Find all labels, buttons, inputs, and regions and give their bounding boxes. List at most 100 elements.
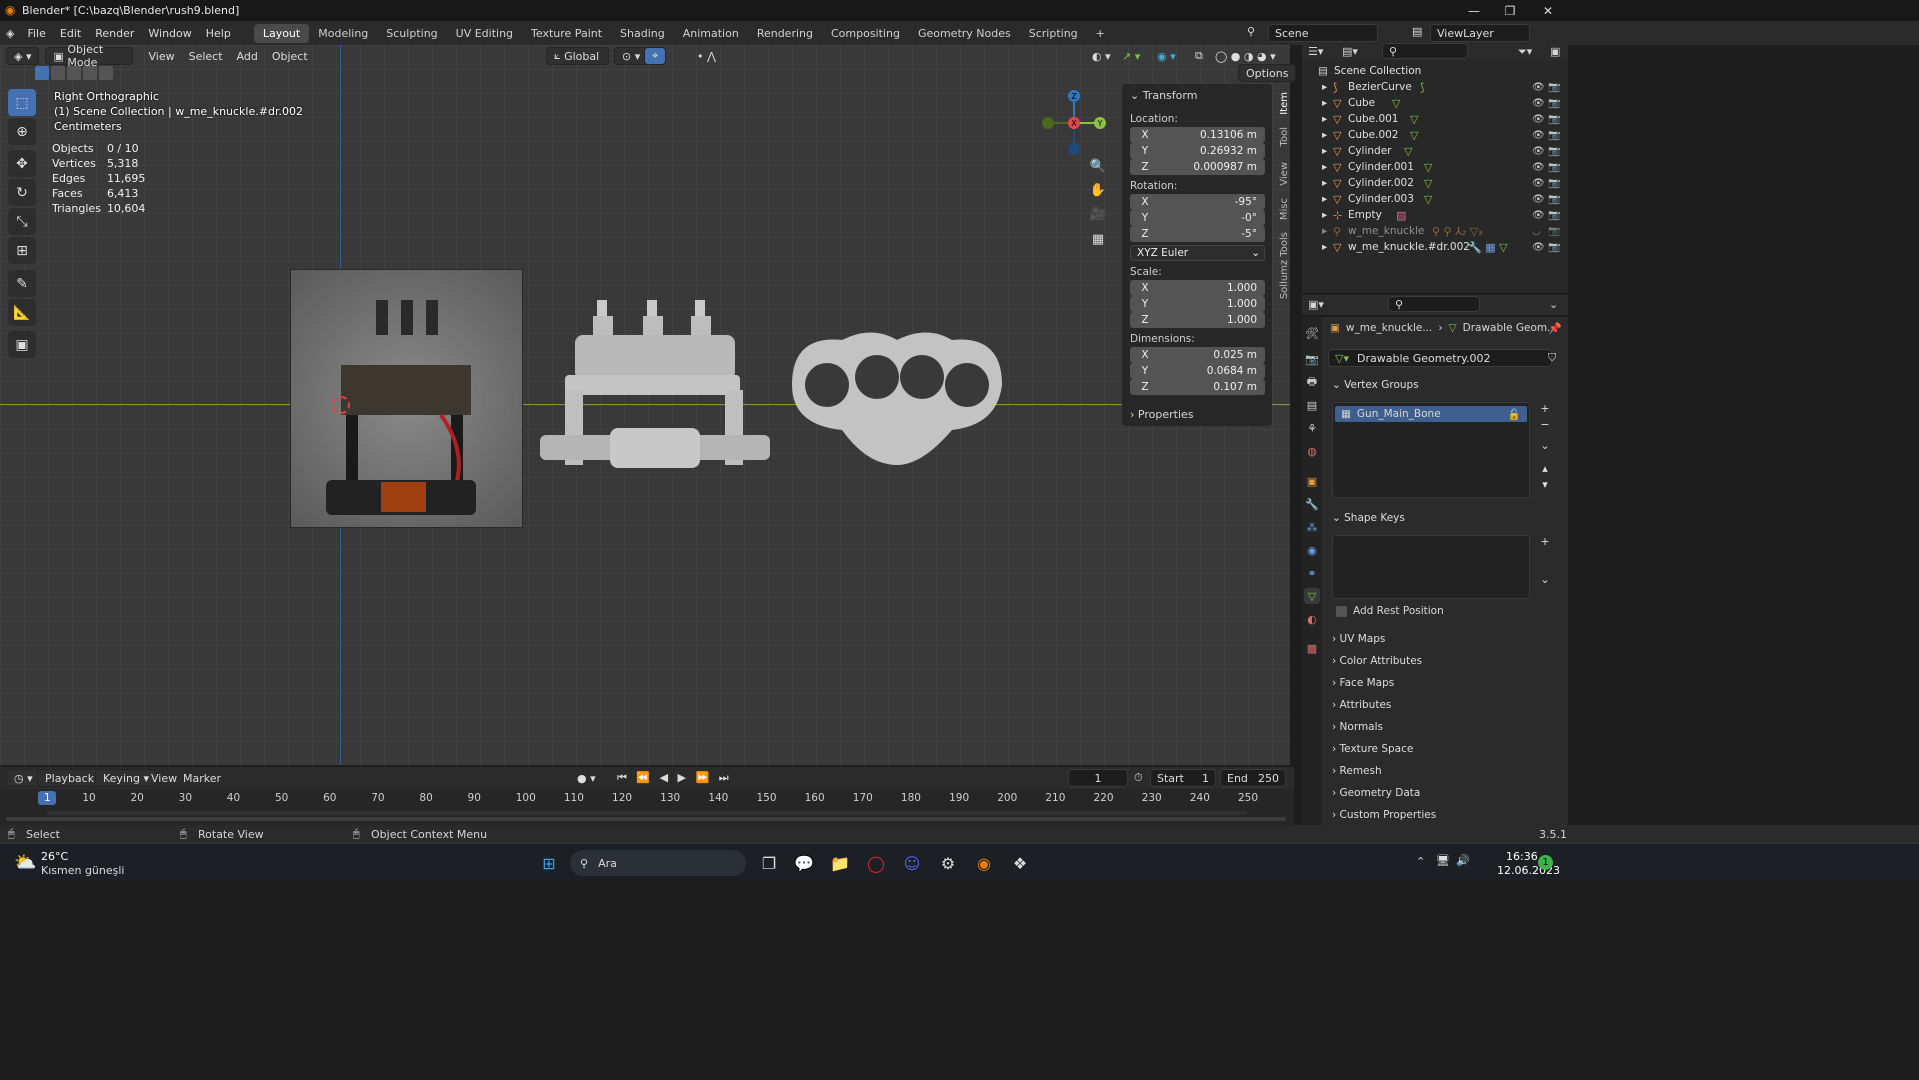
render-tab-icon[interactable]: 📷 [1304,351,1320,367]
menu-edit[interactable]: Edit [53,27,88,40]
scene-field[interactable]: Scene [1268,24,1378,42]
transform-tool-icon[interactable]: ⊞ [8,237,36,264]
visibility-eye-icon[interactable]: 👁 [1532,242,1545,253]
notification-badge[interactable]: 1 [1538,855,1553,870]
workspace-tab-sculpting[interactable]: Sculpting [377,24,446,43]
section-face-maps[interactable]: › Face Maps [1332,677,1394,689]
vertex-group-add-button[interactable]: + [1538,402,1552,416]
scale-y-field[interactable]: Y 1.000 [1130,296,1265,312]
display-mode-icon[interactable]: ▤▾ [1342,45,1358,58]
expand-icon[interactable]: ▸ [1322,145,1327,157]
checkbox-box[interactable] [1336,605,1347,617]
outliner-item-w-me-knuckle-dr-002[interactable]: ▸ ▽ w_me_knuckle.#dr.002 🔧 ▦ ▽ 👁 📷 [1302,239,1568,255]
stopwatch-icon[interactable]: ⏱ [1134,771,1143,785]
reference-image[interactable] [290,269,523,528]
weather-icon[interactable]: ⛅ [14,852,36,873]
section-custom-properties[interactable]: › Custom Properties [1332,809,1436,821]
physics-tab-icon[interactable]: ◉ [1304,542,1320,558]
blender-taskbar-icon[interactable]: ◉ [973,852,995,874]
proportional-edit-button[interactable]: • ⋀ [690,47,723,65]
playback-controls[interactable]: ⏮ ⏪ ◀ ▶ ⏩ ⏭ [610,769,739,787]
constraints-tab-icon[interactable]: ⚭ [1304,565,1320,581]
section-texture-space[interactable]: › Texture Space [1332,743,1413,755]
tab-misc[interactable]: Misc [1279,198,1291,220]
visibility-eye-icon[interactable]: 👁 [1532,130,1545,141]
shape-keys-list[interactable] [1332,535,1530,599]
vertex-group-item[interactable]: ▦ Gun_Main_Bone 🔓 [1335,406,1527,422]
scale-z-field[interactable]: Z 1.000 [1130,312,1265,328]
outliner-item-w-me-knuckle[interactable]: ▸ ⚲ w_me_knuckle ⚲ ⚲ ⅄₂ ▽₃ ◡ 📷 [1302,223,1568,239]
outliner-item-cube-002[interactable]: ▸ ▽ Cube.002 ▽ 👁 📷 [1302,127,1568,143]
scene-tab-icon[interactable]: ⚘ [1304,420,1320,436]
properties-editor-icon[interactable]: ▣▾ [1308,298,1324,311]
workspace-tab-layout[interactable]: Layout [253,23,310,43]
viewlayer-field[interactable]: ViewLayer [1430,24,1530,42]
file-explorer-icon[interactable]: 📁 [829,852,851,874]
tab-view[interactable]: View [1279,162,1291,186]
outliner-item-cube[interactable]: ▸ ▽ Cube ▽ 👁 📷 [1302,95,1568,111]
filter-icon[interactable]: ⏷▾ [1518,45,1532,59]
render-camera-icon[interactable]: 📷 [1548,146,1560,157]
section-normals[interactable]: › Normals [1332,721,1383,733]
navigation-gizmo[interactable]: Z X Y [1040,88,1110,158]
workspace-tab-animation[interactable]: Animation [674,24,748,43]
opera-icon[interactable]: ◯ [865,852,887,874]
outliner-root[interactable]: ▤ Scene Collection [1302,63,1568,79]
teams-chat-icon[interactable]: 💬 [793,852,815,874]
taskbar-search[interactable]: ⚲ Ara [570,850,746,876]
rotation-y-field[interactable]: Y -0° [1130,210,1265,226]
3d-cursor-icon[interactable] [332,396,350,414]
steam-icon[interactable]: ⚙ [937,852,959,874]
expand-icon[interactable]: ▸ [1322,81,1327,93]
zoom-icon[interactable]: 🔍 [1088,159,1108,179]
workspace-tab-compositing[interactable]: Compositing [822,24,909,43]
start-frame-field[interactable]: Start 1 [1150,769,1216,787]
world-tab-icon[interactable]: ◍ [1304,443,1320,459]
overlays-toggle[interactable]: ◉ ▾ [1150,47,1183,65]
expand-icon[interactable]: ▸ [1322,225,1327,237]
expand-icon[interactable]: ▸ [1322,97,1327,109]
viewlayer-icon[interactable]: ▤ [1412,25,1422,38]
expand-icon[interactable]: ▸ [1322,161,1327,173]
render-camera-icon[interactable]: 📷 [1548,242,1560,253]
section-uv-maps[interactable]: › UV Maps [1332,633,1385,645]
view-menu[interactable]: View [141,47,181,65]
cursor-tool-icon[interactable]: ⊕ [8,118,36,145]
lock-icon[interactable]: 🔓 [1508,408,1521,421]
visibility-eye-icon[interactable]: 👁 [1532,114,1545,125]
texture-tab-icon[interactable]: ▩ [1304,640,1320,656]
pan-hand-icon[interactable]: ✋ [1088,183,1108,203]
brass-knuckle-model-side[interactable] [535,290,775,480]
options-button[interactable]: Options [1238,64,1297,82]
add-menu[interactable]: Add [230,47,265,65]
view-layer-tab-icon[interactable]: ▤ [1304,397,1320,413]
outliner-item-cylinder-003[interactable]: ▸ ▽ Cylinder.003 ▽ 👁 📷 [1302,191,1568,207]
app-taskbar-icon[interactable]: ❖ [1009,852,1031,874]
discord-icon[interactable]: ☺ [901,852,923,874]
render-camera-icon[interactable]: 📷 [1548,114,1560,125]
snap-button[interactable]: ⌖ [644,47,667,65]
move-tool-icon[interactable]: ✥ [8,150,36,177]
add-cube-tool-icon[interactable]: ▣ [8,331,36,358]
add-workspace-icon[interactable]: + [1087,24,1114,43]
camera-view-icon[interactable]: 🎥 [1088,207,1108,227]
rotation-mode-dropdown[interactable]: XYZ Euler ⌄ [1130,245,1265,261]
section-attributes[interactable]: › Attributes [1332,699,1391,711]
tab-tool[interactable]: Tool [1279,127,1291,146]
timeline-ruler[interactable]: 1 10 20 30 40 50 60 70 80 90 100 110 120 130 140 150 160… [0,789,1294,825]
material-tab-icon[interactable]: ◐ [1304,611,1320,627]
location-x-field[interactable]: X 0.13106 m [1130,127,1265,143]
tab-item[interactable]: Item [1279,92,1291,115]
vertex-groups-list[interactable]: ▦ Gun_Main_Bone 🔓 [1332,402,1530,498]
transform-orientation[interactable]: ⟀ Global [546,47,609,65]
workspace-tab-geometry-nodes[interactable]: Geometry Nodes [909,24,1020,43]
shape-key-menu-button[interactable]: ⌄ [1538,573,1552,587]
shape-keys-header[interactable]: ⌄ Shape Keys [1332,512,1405,524]
scale-tool-icon[interactable]: ⤡ [8,208,36,235]
menu-window[interactable]: Window [141,27,198,40]
expand-icon[interactable]: ▸ [1322,177,1327,189]
render-camera-icon[interactable]: 📷 [1548,210,1560,221]
network-icon[interactable]: 🖥 [1436,854,1450,867]
dimensions-z-field[interactable]: Z 0.107 m [1130,379,1265,395]
visibility-eye-icon[interactable]: 👁 [1532,82,1545,93]
